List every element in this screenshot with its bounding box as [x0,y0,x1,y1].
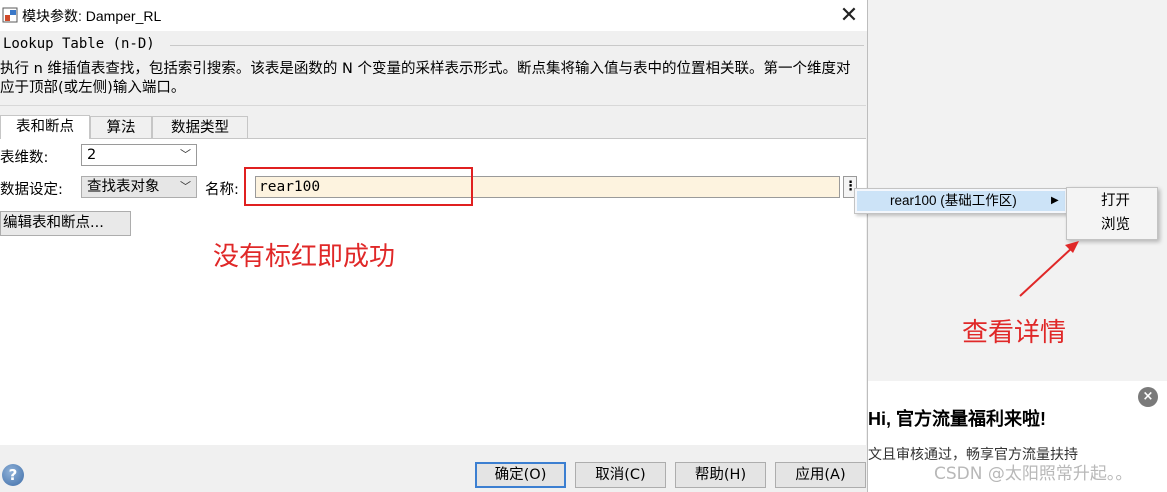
data-specification-label: 数据设定: [0,182,63,198]
name-label: 名称: [205,182,239,198]
block-parameters-dialog: 模块参数: Damper_RL ✕ Lookup Table (n-D) 执行 … [0,0,868,492]
group-divider [170,45,864,46]
edit-table-button[interactable]: 编辑表和断点... [0,211,131,236]
data-specification-select[interactable]: 查找表对象 ﹀ [81,176,197,198]
help-button[interactable]: 帮助(H) [675,462,766,488]
table-dimensions-select[interactable]: 2 ﹀ [81,144,197,166]
variable-context-menu: rear100 (基础工作区) ▶ [854,188,1068,214]
menu-item-browse[interactable]: 浏览 [1067,214,1157,236]
close-button[interactable]: ✕ [834,0,864,31]
data-specification-value: 查找表对象 [87,179,160,195]
annotation-details-note: 查看详情 [962,318,1067,348]
apply-button[interactable]: 应用(A) [775,462,866,488]
annotation-arrow [1019,241,1079,297]
help-icon[interactable]: ? [2,464,24,486]
table-dimensions-label: 表维数: [0,150,49,166]
block-type-label: Lookup Table (n-D) [3,36,155,52]
annotation-highlight-box [244,167,473,206]
menu-item-workspace-variable[interactable]: rear100 (基础工作区) [857,191,1065,211]
tab-data-types[interactable]: 数据类型 [152,116,248,138]
menu-item-open[interactable]: 打开 [1067,190,1157,212]
ok-button[interactable]: 确定(O) [475,462,566,488]
description-divider [0,105,866,106]
title-bar: 模块参数: Damper_RL ✕ [0,0,867,31]
submenu-arrow-icon: ▶ [1051,195,1059,206]
annotation-success-note: 没有标红即成功 [213,242,396,272]
close-icon: ✕ [839,3,859,28]
block-description: 执行 n 维插值表查找，包括索引搜索。该表是函数的 N 个变量的采样表示形式。断… [0,61,851,96]
watermark: CSDN @太阳照常升起。。 [934,464,1133,484]
variable-submenu: 打开 浏览 [1066,187,1158,240]
tab-algorithm[interactable]: 算法 [90,116,152,138]
chevron-down-icon: ﹀ [180,148,191,161]
close-icon[interactable]: × [1138,387,1158,407]
promo-title: Hi, 官方流量福利来啦! [868,409,1046,429]
window-title: 模块参数: Damper_RL [22,8,162,24]
chevron-down-icon: ﹀ [180,180,191,193]
cancel-button[interactable]: 取消(C) [575,462,666,488]
table-dimensions-value: 2 [87,147,97,163]
tab-table-and-breakpoints[interactable]: 表和断点 [0,115,90,139]
simulink-block-icon [2,7,18,23]
